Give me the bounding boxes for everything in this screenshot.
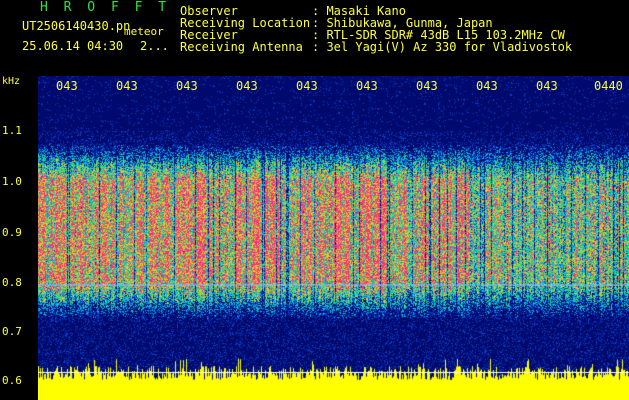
x-tick-7: 043	[416, 79, 438, 93]
info-antenna-label: Receiving Antenna	[180, 40, 303, 54]
datetime-label: 25.06.14 04:30	[22, 39, 124, 53]
file-name: UT2506140430.pn	[22, 19, 131, 33]
waterfall-canvas	[38, 76, 629, 400]
x-tick-10: 0440	[594, 79, 623, 93]
spectrogram-screen: H R O F F T UT2506140430.pn meteor 25.06…	[0, 0, 629, 400]
info-antenna-value: : 3el Yagi(V) Az 330 for Vladivostok	[312, 40, 573, 54]
frame-index: 2...	[140, 39, 169, 53]
y-tick-0-9: 0.9	[2, 226, 22, 239]
y-axis-unit: kHz	[2, 76, 21, 87]
y-tick-0-6: 0.6	[2, 374, 22, 387]
x-tick-8: 043	[476, 79, 498, 93]
x-tick-5: 043	[296, 79, 318, 93]
y-tick-1-1: 1.1	[2, 124, 22, 137]
y-tick-0-7: 0.7	[2, 325, 22, 338]
y-tick-0-8: 0.8	[2, 276, 22, 289]
brand-title: H R O F F T	[40, 0, 171, 15]
x-tick-6: 043	[356, 79, 378, 93]
y-tick-1-0: 1.0	[2, 175, 22, 188]
x-tick-1: 043	[56, 79, 78, 93]
x-tick-2: 043	[116, 79, 138, 93]
x-tick-9: 043	[536, 79, 558, 93]
waterfall-plot	[38, 76, 629, 400]
mode-label: meteor	[124, 25, 164, 38]
x-tick-4: 043	[236, 79, 258, 93]
x-tick-3: 043	[176, 79, 198, 93]
